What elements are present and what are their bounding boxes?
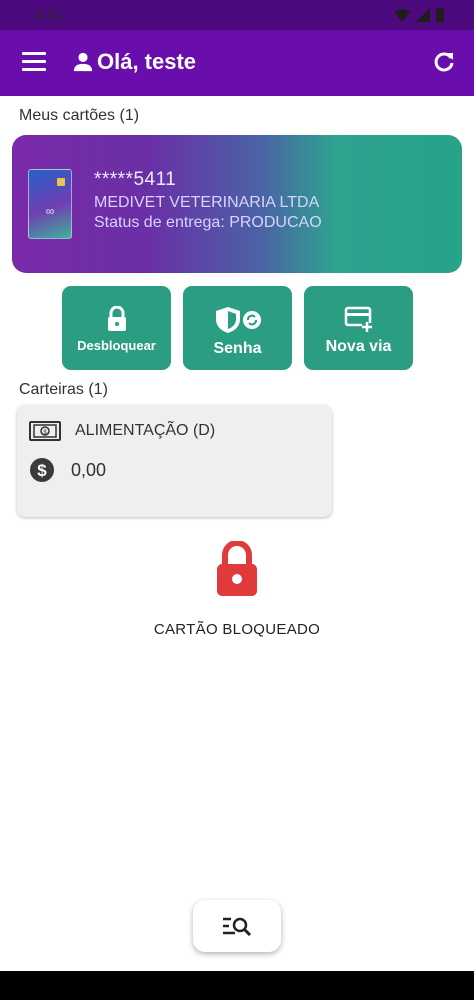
dollar-circle-icon: $: [30, 458, 54, 482]
system-icons: [394, 8, 444, 22]
card-company: MEDIVET VETERINARIA LTDA: [94, 194, 320, 211]
search-list-icon: [223, 917, 252, 936]
card-delivery-status: Status de entrega: PRODUCAO: [94, 214, 322, 231]
app-bar: Olá, teste: [0, 30, 474, 96]
search-list-button[interactable]: [193, 900, 281, 952]
wallet-card[interactable]: $ ALIMENTAÇÃO (D) $ 0,00: [17, 405, 332, 517]
wallet-amount: 0,00: [71, 459, 107, 480]
card-number: *****5411: [94, 169, 177, 190]
unblock-button[interactable]: Desbloquear: [62, 286, 171, 370]
user-icon: [73, 52, 93, 72]
status-bar: 4:31: [0, 0, 474, 30]
new-card-button[interactable]: Nova via: [304, 286, 413, 370]
signal-icon: [416, 8, 430, 22]
unblock-label: Desbloquear: [77, 338, 156, 353]
payment-card[interactable]: ∞ *****5411 MEDIVET VETERINARIA LTDA Sta…: [12, 135, 462, 273]
status-time: 4:31: [34, 7, 64, 24]
money-bill-icon: $: [29, 421, 61, 441]
menu-icon[interactable]: [22, 52, 46, 72]
system-navigation-bar: [0, 971, 474, 1000]
password-label: Senha: [213, 340, 262, 357]
card-thumbnail: ∞: [28, 169, 72, 239]
blocked-status-text: CARTÃO BLOQUEADO: [153, 621, 321, 638]
shield-refresh-icon: [215, 307, 261, 333]
lock-icon: [107, 306, 126, 331]
wifi-icon: [394, 8, 410, 22]
wallet-name: ALIMENTAÇÃO (D): [75, 422, 216, 439]
card-actions: Desbloquear Senha Nova via: [62, 286, 413, 370]
greeting-title: Olá, teste: [97, 49, 197, 74]
password-button[interactable]: Senha: [183, 286, 292, 370]
battery-icon: [436, 8, 444, 22]
blocked-status: CARTÃO BLOQUEADO: [0, 541, 474, 638]
svg-text:$: $: [37, 461, 47, 480]
blocked-lock-icon: [217, 541, 257, 596]
new-card-label: Nova via: [325, 338, 392, 355]
cards-section-label: Meus cartões (1): [19, 107, 140, 124]
wallets-section-label: Carteiras (1): [19, 381, 108, 398]
card-add-icon: [344, 306, 372, 332]
refresh-icon[interactable]: [432, 50, 456, 74]
